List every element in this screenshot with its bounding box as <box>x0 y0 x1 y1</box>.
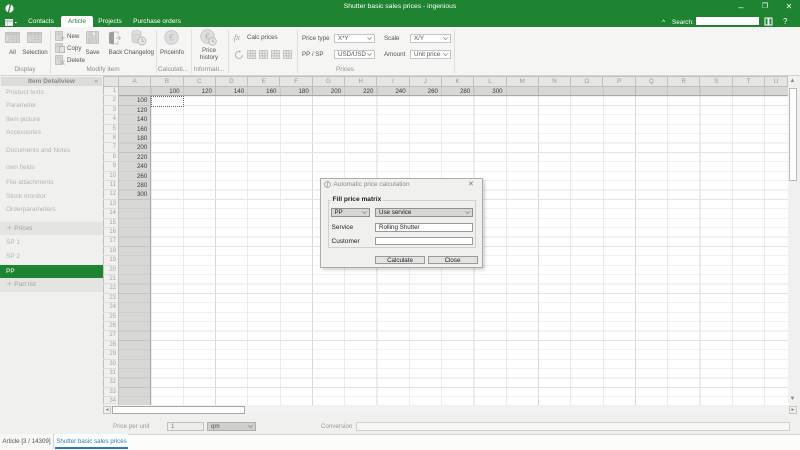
svg-text:€: € <box>169 33 174 43</box>
